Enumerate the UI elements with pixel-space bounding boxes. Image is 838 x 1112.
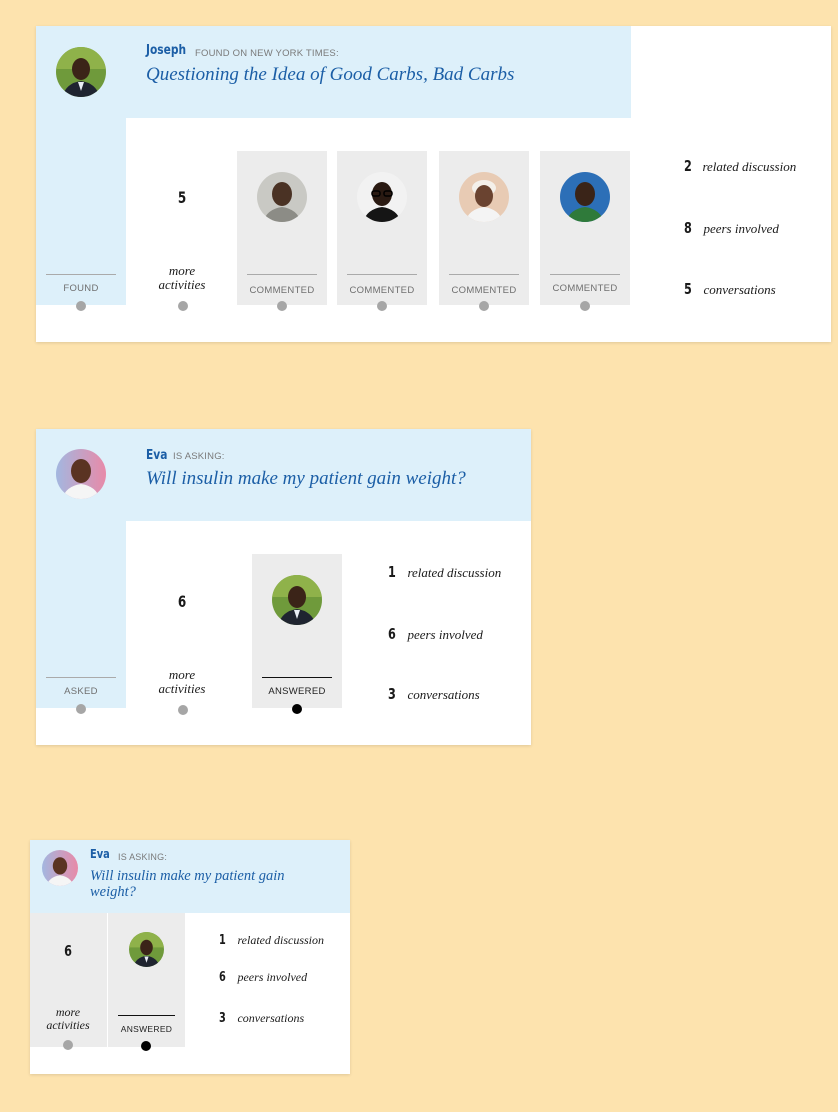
timeline-dot — [76, 704, 86, 714]
stat-related-discussion[interactable]: 1 related discussion — [388, 563, 501, 582]
stat-label: related discussion — [702, 159, 797, 174]
stat-count: 5 — [684, 280, 692, 298]
step-divider — [347, 274, 417, 275]
user-name[interactable]: Eva — [146, 448, 167, 463]
user-name[interactable]: Eva — [90, 847, 110, 861]
stat-label: peers involved — [237, 970, 308, 984]
stat-label: related discussion — [407, 565, 502, 580]
stat-conversations[interactable]: 3 conversations — [219, 1009, 304, 1027]
stat-count: 2 — [684, 157, 692, 175]
user-name[interactable]: Joseph — [146, 43, 186, 58]
step-divider — [262, 677, 332, 678]
avatar-commenter-3[interactable] — [459, 172, 509, 222]
step-label-asked: ASKED — [64, 686, 98, 697]
stat-label: conversations — [703, 282, 776, 297]
stat-count: 1 — [219, 933, 226, 948]
timeline-dot — [377, 301, 387, 311]
step-divider — [118, 1015, 175, 1016]
post-title[interactable]: Questioning the Idea of Good Carbs, Bad … — [146, 64, 514, 86]
timeline-dot — [479, 301, 489, 311]
stat-conversations[interactable]: 5 conversations — [684, 280, 776, 299]
stat-count: 3 — [219, 1011, 226, 1026]
more-activities-count[interactable]: 6 — [46, 942, 91, 960]
stat-count: 6 — [388, 625, 396, 643]
activity-label: COMMENTED — [451, 285, 517, 296]
timeline-dot — [63, 1040, 73, 1050]
timeline-dot-active — [292, 704, 302, 714]
stat-conversations[interactable]: 3 conversations — [388, 685, 480, 704]
more-activities-label[interactable]: more activities — [144, 668, 220, 695]
activity-label: COMMENTED — [349, 285, 415, 296]
stat-label: peers involved — [703, 221, 779, 236]
more-activities-label[interactable]: more activities — [33, 1006, 103, 1031]
timeline-dot — [580, 301, 590, 311]
timeline-dot-active — [141, 1041, 151, 1051]
avatar-eva[interactable] — [42, 850, 78, 886]
activity-label: ANSWERED — [268, 686, 326, 697]
stat-label: related discussion — [237, 933, 325, 947]
stat-count: 8 — [684, 219, 692, 237]
stat-peers-involved[interactable]: 6 peers involved — [388, 625, 483, 644]
step-label-found: FOUND — [63, 283, 99, 294]
avatar-commenter-2[interactable] — [357, 172, 407, 222]
more-activities-label[interactable]: more activities — [144, 264, 220, 291]
avatar-answerer[interactable] — [272, 575, 322, 625]
avatar-answerer[interactable] — [129, 932, 164, 967]
activity-card-found[interactable]: Joseph FOUND ON NEW YORK TIMES: Question… — [36, 26, 831, 342]
more-activities-count[interactable]: 6 — [160, 592, 205, 611]
timeline-dot — [178, 705, 188, 715]
step-divider — [247, 274, 317, 275]
stat-related-discussion[interactable]: 1 related discussion — [219, 931, 324, 949]
post-title[interactable]: Will insulin make my patient gain weight… — [90, 868, 330, 900]
stat-peers-involved[interactable]: 6 peers involved — [219, 968, 307, 986]
avatar-commenter-1[interactable] — [257, 172, 307, 222]
step-divider — [46, 677, 116, 678]
timeline-dot — [178, 301, 188, 311]
action-label: FOUND ON NEW YORK TIMES: — [195, 48, 339, 59]
avatar-eva[interactable] — [56, 449, 106, 499]
activity-label: COMMENTED — [249, 285, 315, 296]
stat-peers-involved[interactable]: 8 peers involved — [684, 219, 779, 238]
stat-related-discussion[interactable]: 2 related discussion — [684, 157, 796, 176]
stat-count: 6 — [219, 970, 226, 985]
stat-label: conversations — [407, 687, 480, 702]
action-label: IS ASKING: — [118, 852, 168, 862]
step-divider — [449, 274, 519, 275]
post-title[interactable]: Will insulin make my patient gain weight… — [146, 468, 466, 490]
stat-count: 3 — [388, 685, 396, 703]
timeline-dot — [76, 301, 86, 311]
timeline-dot — [277, 301, 287, 311]
avatar-commenter-4[interactable] — [560, 172, 610, 222]
step-divider — [550, 274, 620, 275]
more-activities-count[interactable]: 5 — [160, 188, 205, 207]
step-divider — [46, 274, 116, 275]
activity-label: COMMENTED — [552, 283, 618, 294]
avatar-joseph[interactable] — [56, 47, 106, 97]
stat-label: conversations — [237, 1011, 305, 1025]
action-label: IS ASKING: — [173, 451, 225, 462]
activity-card-asking[interactable]: Eva IS ASKING: Will insulin make my pati… — [36, 429, 531, 745]
activity-card-compact[interactable]: Eva IS ASKING: Will insulin make my pati… — [30, 840, 350, 1074]
stat-count: 1 — [388, 563, 396, 581]
stat-label: peers involved — [407, 627, 483, 642]
activity-label: ANSWERED — [120, 1024, 173, 1034]
